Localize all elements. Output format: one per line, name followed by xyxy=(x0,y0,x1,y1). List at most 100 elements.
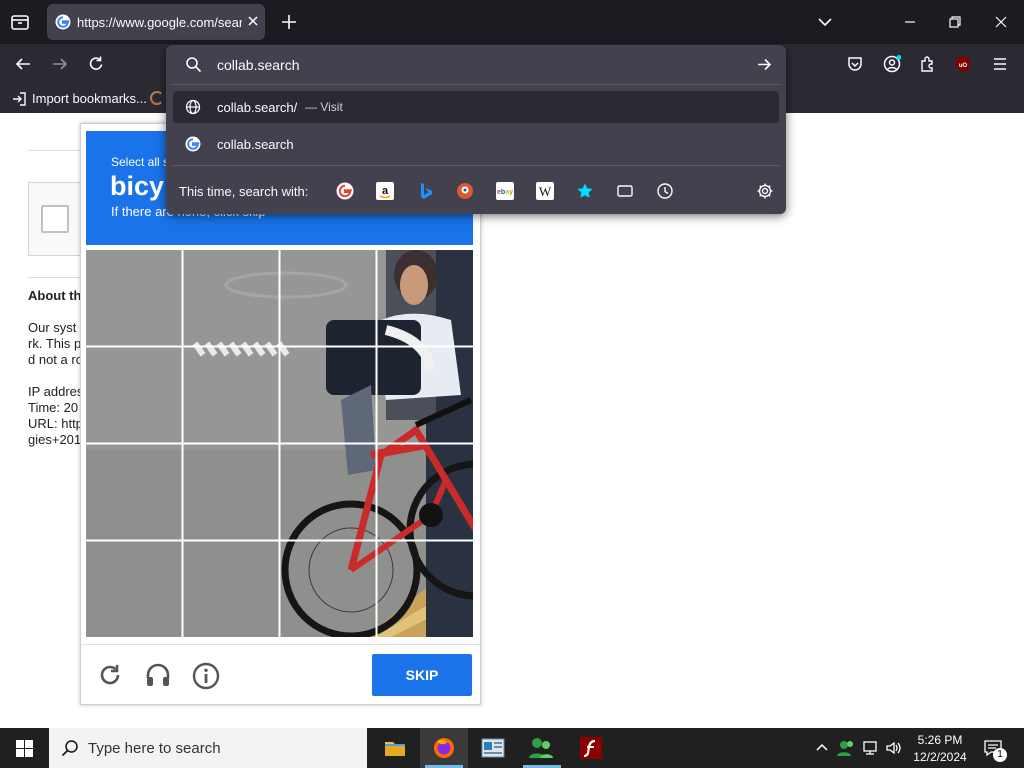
history-search-icon[interactable] xyxy=(656,182,674,200)
recaptcha-checkbox[interactable] xyxy=(41,205,69,233)
captcha-tile[interactable] xyxy=(280,347,376,443)
import-bookmarks-label: Import bookmarks... xyxy=(32,91,147,106)
captcha-keyword: bicy xyxy=(110,171,165,201)
tab-close-icon[interactable] xyxy=(246,14,260,28)
tab-strip: https://www.google.com/search xyxy=(0,0,1024,44)
globe-icon xyxy=(185,99,201,115)
import-icon xyxy=(13,92,26,106)
reload-challenge-icon[interactable] xyxy=(97,662,123,688)
suggestion-search-row[interactable]: collab.search xyxy=(173,128,779,160)
account-icon[interactable] xyxy=(883,55,901,73)
captcha-tile[interactable] xyxy=(183,541,279,637)
url-input-value: collab.search xyxy=(217,57,300,73)
about-heading: About th xyxy=(28,288,82,303)
back-icon[interactable] xyxy=(14,55,32,73)
search-settings-icon[interactable] xyxy=(756,182,774,200)
help-info-icon[interactable] xyxy=(192,662,220,690)
amazon-engine-icon[interactable]: a xyxy=(376,182,394,200)
captcha-tile[interactable] xyxy=(86,541,182,637)
suggestion-visit-row[interactable]: collab.search/ — Visit xyxy=(173,91,779,123)
flash-app-taskbar-icon[interactable] xyxy=(568,728,614,768)
divider xyxy=(28,150,83,151)
notification-center-icon[interactable]: 1 xyxy=(983,738,1007,762)
restore-icon[interactable] xyxy=(947,14,963,30)
urlbar-dropdown: collab.search collab.search/ — Visit col… xyxy=(166,45,786,214)
captcha-tile[interactable] xyxy=(86,444,182,540)
menu-icon[interactable] xyxy=(991,55,1009,73)
svg-text:uO: uO xyxy=(959,63,968,69)
svg-text:W: W xyxy=(539,184,552,199)
go-arrow-icon xyxy=(758,58,772,71)
captcha-tile[interactable] xyxy=(280,444,376,540)
audio-challenge-icon[interactable] xyxy=(144,662,172,688)
google-favicon-icon xyxy=(55,14,71,30)
import-bookmarks-button[interactable]: Import bookmarks... xyxy=(12,91,157,107)
firefox-taskbar-icon[interactable] xyxy=(420,728,468,768)
skip-button[interactable]: SKIP xyxy=(372,654,472,696)
pocket-icon[interactable] xyxy=(846,55,864,73)
people-tray-icon[interactable] xyxy=(836,738,856,758)
new-tab-icon[interactable] xyxy=(280,13,298,31)
duckduckgo-engine-icon[interactable] xyxy=(456,182,474,200)
divider xyxy=(172,165,780,166)
tab-list-icon[interactable] xyxy=(10,12,30,32)
info-line: URL: http xyxy=(28,416,83,431)
info-line: Our syst xyxy=(28,320,77,335)
search-icon xyxy=(61,740,78,757)
windows-logo-icon xyxy=(16,740,33,757)
captcha-tile[interactable] xyxy=(86,347,182,443)
url-input[interactable]: collab.search xyxy=(166,45,786,85)
svg-text:ebay: ebay xyxy=(497,189,513,196)
search-icon xyxy=(186,57,202,73)
captcha-instruction: Select all s xyxy=(111,155,170,169)
captcha-tile[interactable] xyxy=(183,347,279,443)
notification-count-badge: 1 xyxy=(993,748,1007,762)
ebay-engine-icon[interactable]: ebay xyxy=(496,182,514,200)
google-icon xyxy=(185,136,201,152)
captcha-tile[interactable] xyxy=(280,250,376,346)
captcha-tile[interactable] xyxy=(280,541,376,637)
show-hidden-icons-icon[interactable] xyxy=(815,741,829,755)
captcha-tile[interactable] xyxy=(377,541,473,637)
people-app-taskbar-icon[interactable] xyxy=(518,728,566,768)
recaptcha-widget xyxy=(28,182,83,256)
captcha-tile[interactable] xyxy=(377,444,473,540)
forward-icon[interactable] xyxy=(51,55,69,73)
info-line: Time: 20 xyxy=(28,400,79,415)
reload-icon[interactable] xyxy=(87,55,105,73)
start-button[interactable] xyxy=(0,728,49,768)
extensions-icon[interactable] xyxy=(919,55,937,73)
google-engine-icon[interactable] xyxy=(336,182,354,200)
close-window-icon[interactable] xyxy=(993,14,1009,30)
bookmarks-search-icon[interactable] xyxy=(576,182,594,200)
captcha-tile[interactable] xyxy=(86,250,182,346)
clock[interactable]: 5:26 PM 12/2/2024 xyxy=(905,732,975,766)
suggestion-text: collab.search xyxy=(217,137,294,152)
minimize-icon[interactable] xyxy=(902,14,918,30)
tab-title: https://www.google.com/search xyxy=(77,15,242,30)
taskbar-search-placeholder: Type here to search xyxy=(88,740,221,757)
divider xyxy=(28,277,83,278)
file-explorer-taskbar-icon[interactable] xyxy=(372,728,418,768)
ublock-icon[interactable]: uO xyxy=(954,55,972,73)
captcha-image-grid xyxy=(86,250,473,637)
network-icon[interactable] xyxy=(862,739,880,757)
bookmark-favicon-icon[interactable] xyxy=(150,91,164,105)
tabs-search-icon[interactable] xyxy=(616,182,634,200)
clock-time: 5:26 PM xyxy=(917,733,963,747)
captcha-tile[interactable] xyxy=(183,250,279,346)
taskbar-search-box[interactable]: Type here to search xyxy=(49,728,367,768)
info-line: d not a ro xyxy=(28,352,83,367)
bing-engine-icon[interactable] xyxy=(416,182,434,200)
wikipedia-engine-icon[interactable]: W xyxy=(536,182,554,200)
captcha-tile[interactable] xyxy=(377,250,473,346)
volume-icon[interactable] xyxy=(885,739,903,757)
captcha-tile[interactable] xyxy=(377,347,473,443)
app-taskbar-icon[interactable] xyxy=(470,728,516,768)
list-all-tabs-icon[interactable] xyxy=(817,14,833,30)
suggestion-action: — Visit xyxy=(305,100,343,114)
clock-date: 12/2/2024 xyxy=(913,750,967,764)
captcha-tile[interactable] xyxy=(183,444,279,540)
tab-google-search[interactable]: https://www.google.com/search xyxy=(47,4,265,40)
info-line: IP addres xyxy=(28,384,84,399)
